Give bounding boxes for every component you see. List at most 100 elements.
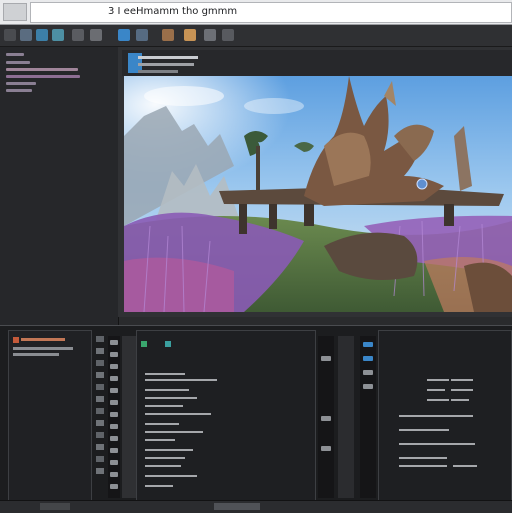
thumbnail[interactable] [110,340,118,345]
thumbnail[interactable] [110,424,118,429]
property-line [451,415,473,417]
scroll-marker [321,446,331,451]
property-icon[interactable] [363,356,373,361]
asset-icon[interactable] [96,396,104,402]
asset-icon[interactable] [96,348,104,354]
property-icon-strip [360,336,376,498]
thumbnail[interactable] [110,448,118,453]
outliner-item[interactable] [6,89,32,92]
detail-line [145,373,185,375]
thumbnail[interactable] [110,436,118,441]
main-toolbar [0,25,512,47]
property-line [399,443,453,445]
property-line [399,457,447,459]
thumbnail-strip [108,336,120,498]
status-item[interactable] [40,503,70,510]
thumbnail[interactable] [110,400,118,405]
document-tab[interactable] [30,2,512,23]
redo-icon[interactable] [52,29,64,41]
thumbnail[interactable] [110,484,118,489]
detail-line [145,389,189,391]
asset-icon[interactable] [96,468,104,474]
outliner-item[interactable] [6,68,78,71]
detail-line [145,413,211,415]
property-icon[interactable] [363,342,373,347]
light-icon[interactable] [184,29,196,41]
panel-line [13,347,73,350]
detail-line [145,379,217,381]
viewport-header-line [138,63,194,66]
snap-icon[interactable] [136,29,148,41]
save-icon[interactable] [20,29,32,41]
asset-icon[interactable] [96,408,104,414]
list-column [338,336,354,498]
asset-icon[interactable] [96,444,104,450]
detail-line [145,397,197,399]
thumbnail[interactable] [110,412,118,417]
asset-icon[interactable] [96,372,104,378]
property-line [427,399,449,401]
detail-line [145,485,173,487]
window-titlebar: 3 I eeHmamm tho gmmm [0,0,512,25]
status-item[interactable] [214,503,260,510]
details-tab-icon[interactable] [165,341,171,347]
file-icon[interactable] [4,29,16,41]
panel-tab-label[interactable] [21,338,65,341]
window-menu-button[interactable] [3,3,27,21]
property-icon[interactable] [363,384,373,389]
rotate-icon[interactable] [90,29,102,41]
camera-icon[interactable] [162,29,174,41]
asset-icon[interactable] [96,432,104,438]
thumbnail[interactable] [110,460,118,465]
viewport-header [122,50,512,76]
thumbnail[interactable] [110,364,118,369]
detail-line [145,465,181,467]
property-line [453,465,477,467]
bottom-dock [0,325,512,513]
detail-line [145,431,203,433]
scale-icon[interactable] [118,29,130,41]
content-browser-panel [8,330,92,502]
window-title: 3 I eeHmamm tho gmmm [108,6,238,17]
scroll-thumb[interactable] [321,356,331,361]
scene-outliner [0,47,119,325]
asset-icon[interactable] [96,360,104,366]
asset-icon[interactable] [96,384,104,390]
status-bar [0,500,512,513]
list-column [122,336,136,498]
property-line [451,379,473,381]
folder-icon[interactable] [13,337,19,343]
settings-icon[interactable] [222,29,234,41]
outliner-item[interactable] [6,82,36,85]
viewport-header-line [138,56,198,59]
thumbnail[interactable] [110,472,118,477]
scene-render [124,76,512,312]
scene-viewport[interactable] [124,76,512,312]
viewport-header-line [138,70,178,73]
undo-icon[interactable] [36,29,48,41]
outliner-item[interactable] [6,53,24,56]
detail-line [145,405,183,407]
asset-icon[interactable] [96,336,104,342]
property-line [427,389,445,391]
thumbnail[interactable] [110,376,118,381]
property-line [453,443,475,445]
asset-icon[interactable] [96,420,104,426]
thumbnail[interactable] [110,388,118,393]
outliner-item[interactable] [6,61,30,64]
thumbnail[interactable] [110,352,118,357]
outliner-item[interactable] [6,75,80,78]
play-icon[interactable] [204,29,216,41]
detail-line [145,475,197,477]
property-icon[interactable] [363,370,373,375]
details-tab-icon[interactable] [141,341,147,347]
vertical-scrollbar[interactable] [318,336,334,498]
detail-line [145,439,175,441]
scroll-marker [321,416,331,421]
asset-icon[interactable] [96,456,104,462]
property-line [427,379,449,381]
move-icon[interactable] [72,29,84,41]
property-line [399,465,447,467]
detail-line [145,457,185,459]
detail-line [145,449,193,451]
